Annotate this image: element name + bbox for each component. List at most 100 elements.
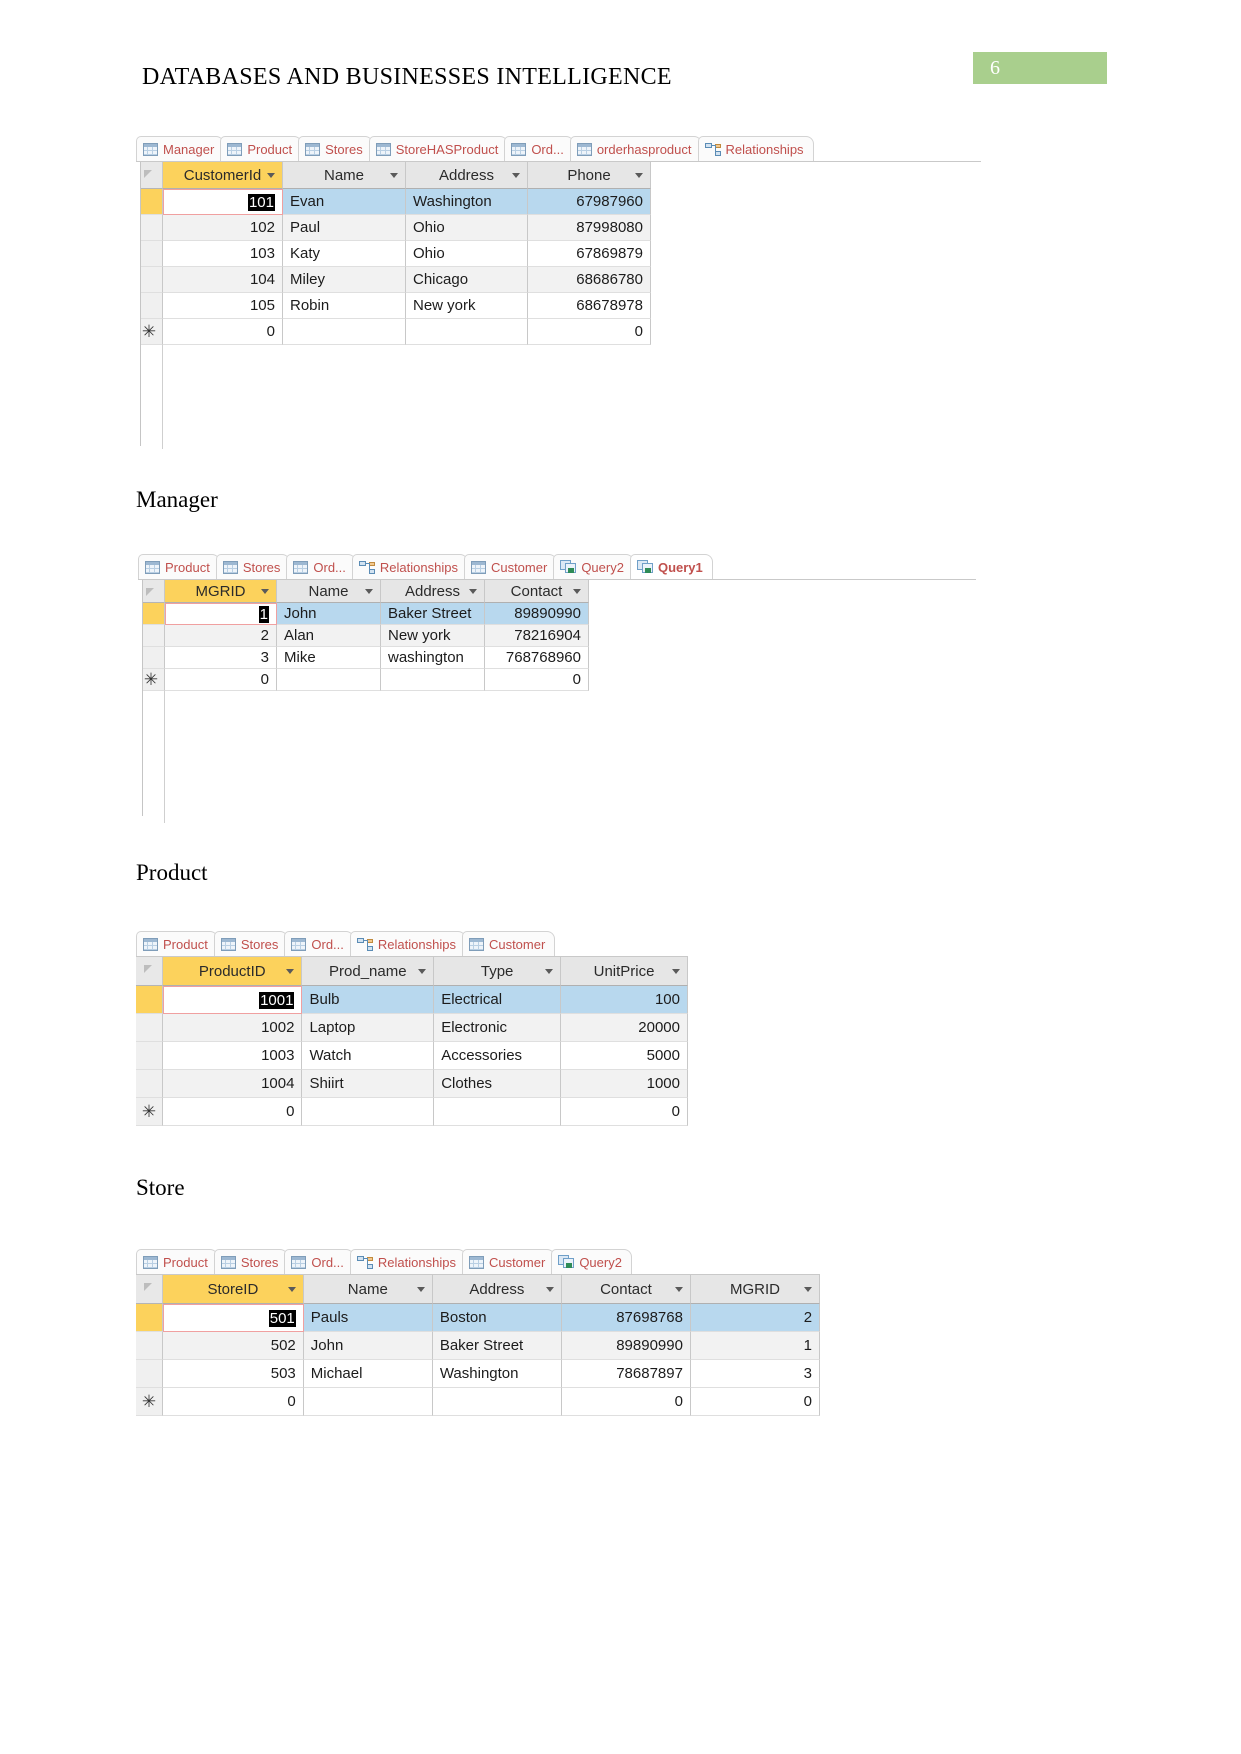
chevron-down-icon[interactable] [390, 173, 398, 178]
cell-phone[interactable]: 87998080 [528, 215, 651, 241]
cell-name[interactable]: Pauls [303, 1304, 433, 1332]
chevron-down-icon[interactable] [635, 173, 643, 178]
table-row[interactable]: 1003 Watch Accessories 5000 [136, 1042, 688, 1070]
tab-query2[interactable]: Query2 [553, 554, 634, 579]
cell-prod_name[interactable]: Laptop [302, 1014, 435, 1042]
select-all-corner[interactable] [136, 957, 163, 986]
tab-stores[interactable]: Stores [298, 136, 373, 161]
new-cell-address[interactable] [432, 1388, 562, 1416]
cell-contact[interactable]: 87698768 [561, 1304, 691, 1332]
tab-product[interactable]: Product [136, 1249, 218, 1274]
new-cell-type[interactable] [434, 1098, 562, 1126]
column-header-storeid[interactable]: StoreID [163, 1275, 304, 1304]
column-header-unitprice[interactable]: UnitPrice [561, 957, 688, 986]
new-record-row[interactable]: ✳ 0 0 [136, 319, 981, 345]
tab-relationships[interactable]: Relationships [697, 136, 814, 161]
row-selector[interactable] [136, 1042, 163, 1070]
cell-unitprice[interactable]: 100 [561, 986, 688, 1014]
column-header-productid[interactable]: ProductID [163, 957, 303, 986]
tab-relationships[interactable]: Relationships [349, 931, 466, 956]
cell-address[interactable]: Chicago [406, 267, 528, 293]
tab-ord[interactable]: Ord... [504, 136, 574, 161]
cell-storeid[interactable]: 503 [163, 1360, 304, 1388]
tab-customer[interactable]: Customer [461, 931, 556, 956]
cell-productid[interactable]: 1004 [163, 1070, 303, 1098]
new-cell-customerid[interactable]: 0 [163, 319, 283, 345]
table-row[interactable]: 102 Paul Ohio 87998080 [136, 215, 981, 241]
column-header-mgrid[interactable]: MGRID [165, 580, 277, 603]
chevron-down-icon[interactable] [416, 1287, 425, 1292]
table-row[interactable]: 103 Katy Ohio 67869879 [136, 241, 981, 267]
new-cell-phone[interactable]: 0 [528, 319, 651, 345]
table-row[interactable]: 1 John Baker Street 89890990 [138, 603, 976, 625]
table-row[interactable]: 2 Alan New york 78216904 [138, 625, 976, 647]
new-record-row[interactable]: ✳ 0 0 0 [136, 1388, 821, 1416]
chevron-down-icon[interactable] [545, 1287, 554, 1292]
cell-name[interactable]: Evan [283, 189, 406, 215]
cell-mgrid[interactable]: 3 [165, 647, 277, 669]
table-row[interactable]: 3 Mike washington 768768960 [138, 647, 976, 669]
cell-name[interactable]: Robin [283, 293, 406, 319]
chevron-down-icon[interactable] [674, 1287, 683, 1292]
cell-name[interactable]: John [277, 603, 381, 625]
column-header-address[interactable]: Address [381, 580, 485, 603]
tab-ord[interactable]: Ord... [286, 554, 356, 579]
new-record-marker[interactable]: ✳ [136, 1388, 163, 1416]
row-selector[interactable] [136, 1014, 163, 1042]
cell-customerid[interactable]: 101 [163, 189, 283, 215]
cell-address[interactable]: Ohio [406, 241, 528, 267]
tab-stores[interactable]: Stores [213, 931, 289, 956]
tab-query2[interactable]: Query2 [551, 1249, 632, 1274]
cell-contact[interactable]: 768768960 [485, 647, 589, 669]
tab-stores[interactable]: Stores [213, 1249, 289, 1274]
new-cell-name[interactable] [303, 1388, 433, 1416]
cell-address[interactable]: washington [381, 647, 485, 669]
tab-product[interactable]: Product [138, 554, 220, 579]
new-cell-address[interactable] [381, 669, 485, 691]
cell-mgrid[interactable]: 2 [690, 1304, 821, 1332]
new-cell-contact[interactable]: 0 [485, 669, 589, 691]
select-all-corner[interactable] [136, 1275, 163, 1304]
cell-mgrid[interactable]: 1 [690, 1332, 821, 1360]
column-header-name[interactable]: Name [277, 580, 381, 603]
chevron-down-icon[interactable] [672, 969, 680, 974]
table-row[interactable]: 501 Pauls Boston 87698768 2 [136, 1304, 821, 1332]
cell-address[interactable]: Ohio [406, 215, 528, 241]
cell-contact[interactable]: 78687897 [561, 1360, 691, 1388]
row-selector[interactable] [136, 1304, 163, 1332]
new-cell-address[interactable] [406, 319, 528, 345]
table-row[interactable]: 503 Michael Washington 78687897 3 [136, 1360, 821, 1388]
tab-ord[interactable]: Ord... [284, 1249, 354, 1274]
cell-unitprice[interactable]: 20000 [561, 1014, 688, 1042]
tab-storehasproduct[interactable]: StoreHASProduct [368, 136, 509, 161]
tab-relationships[interactable]: Relationships [349, 1249, 466, 1274]
cell-prod_name[interactable]: Bulb [302, 986, 435, 1014]
cell-name[interactable]: Michael [303, 1360, 433, 1388]
cell-mgrid[interactable]: 3 [690, 1360, 821, 1388]
cell-mgrid[interactable]: 1 [165, 603, 277, 625]
table-row[interactable]: 101 Evan Washington 67987960 [136, 189, 981, 215]
chevron-down-icon[interactable] [286, 969, 295, 974]
new-cell-name[interactable] [277, 669, 381, 691]
cell-phone[interactable]: 68686780 [528, 267, 651, 293]
chevron-down-icon[interactable] [804, 1287, 813, 1292]
tab-orderhasproduct[interactable]: orderhasproduct [569, 136, 702, 161]
cell-address[interactable]: Baker Street [381, 603, 485, 625]
column-header-address[interactable]: Address [432, 1275, 562, 1304]
cell-address[interactable]: New york [406, 293, 528, 319]
new-record-marker[interactable]: ✳ [136, 1098, 163, 1126]
cell-contact[interactable]: 78216904 [485, 625, 589, 647]
column-header-address[interactable]: Address [406, 162, 528, 189]
cell-contact[interactable]: 89890990 [485, 603, 589, 625]
cell-address[interactable]: Washington [406, 189, 528, 215]
cell-type[interactable]: Electronic [434, 1014, 562, 1042]
cell-phone[interactable]: 67869879 [528, 241, 651, 267]
column-header-phone[interactable]: Phone [528, 162, 651, 189]
column-header-prod_name[interactable]: Prod_name [302, 957, 435, 986]
chevron-down-icon[interactable] [418, 969, 427, 974]
cell-mgrid[interactable]: 2 [165, 625, 277, 647]
cell-customerid[interactable]: 105 [163, 293, 283, 319]
table-row[interactable]: 1001 Bulb Electrical 100 [136, 986, 688, 1014]
new-cell-productid[interactable]: 0 [163, 1098, 303, 1126]
cell-prod_name[interactable]: Watch [302, 1042, 435, 1070]
